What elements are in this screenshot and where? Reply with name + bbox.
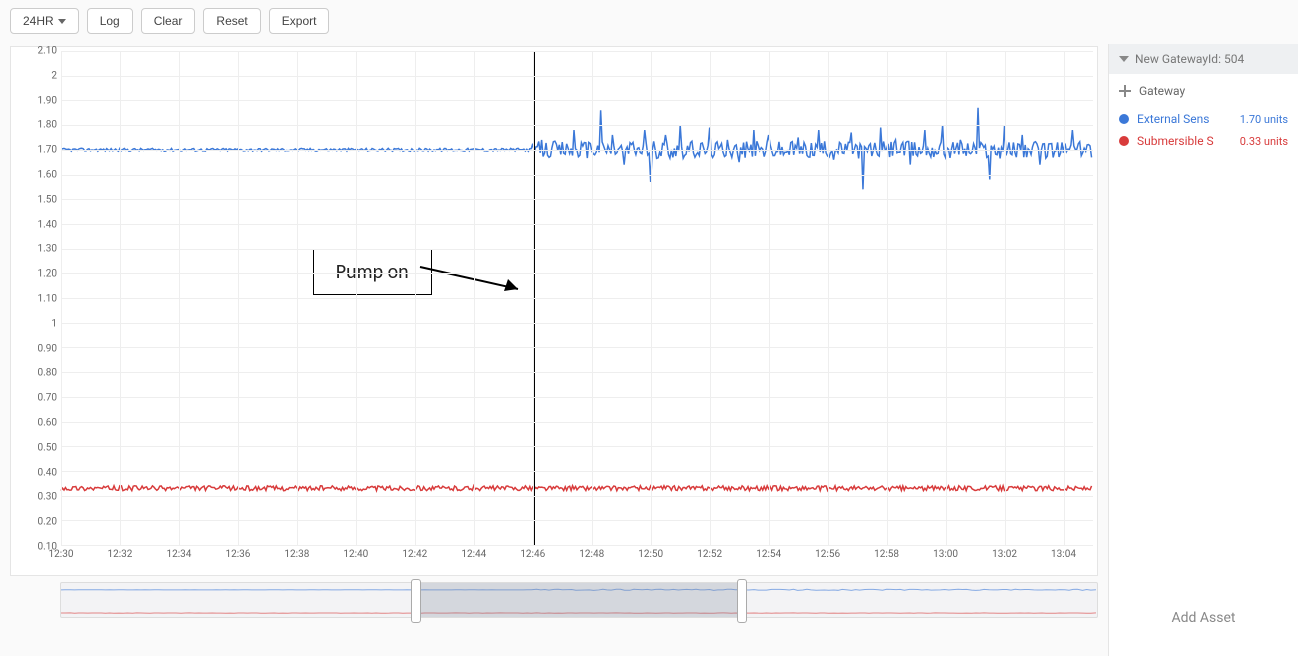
y-axis: 0.100.200.300.400.500.600.700.800.9011.1… <box>11 47 61 545</box>
legend-value: 0.33 units <box>1240 135 1288 148</box>
legend: External Sens 1.70 units Submersible S 0.33… <box>1109 108 1298 160</box>
clear-button[interactable]: Clear <box>141 8 196 34</box>
x-tick: 12:30 <box>49 549 74 560</box>
gateway-header[interactable]: New GatewayId: 504 <box>1109 44 1298 74</box>
x-tick: 13:00 <box>933 549 958 560</box>
y-tick: 0.30 <box>38 492 58 503</box>
x-tick: 12:56 <box>815 549 840 560</box>
y-tick: 1 <box>51 318 57 329</box>
x-tick: 12:34 <box>166 549 191 560</box>
x-tick: 13:02 <box>992 549 1017 560</box>
y-tick: 0.60 <box>38 418 58 429</box>
range-selection[interactable] <box>416 583 742 617</box>
x-tick: 12:38 <box>284 549 309 560</box>
x-tick: 12:54 <box>756 549 781 560</box>
range-handle-right[interactable] <box>737 579 747 623</box>
arrow-icon <box>418 261 538 301</box>
log-button[interactable]: Log <box>87 8 133 34</box>
range-dropdown[interactable]: 24HR <box>10 8 79 34</box>
legend-row[interactable]: External Sens 1.70 units <box>1119 108 1288 130</box>
y-tick: 1.50 <box>38 194 58 205</box>
add-gateway[interactable]: Gateway <box>1109 74 1298 108</box>
x-tick: 12:32 <box>108 549 133 560</box>
x-axis: 12:3012:3212:3412:3612:3812:4012:4212:44… <box>61 545 1093 575</box>
y-tick: 0.40 <box>38 467 58 478</box>
series-external-sensor <box>61 108 1092 190</box>
legend-label: External Sens <box>1137 112 1232 126</box>
side-panel: New GatewayId: 504 Gateway External Sens… <box>1108 44 1298 656</box>
legend-value: 1.70 units <box>1240 113 1288 126</box>
y-tick: 0.90 <box>38 343 58 354</box>
caret-down-icon <box>58 19 66 24</box>
legend-label: Submersible S <box>1137 134 1232 148</box>
chart-pane: 0.100.200.300.400.500.600.700.800.9011.1… <box>0 44 1108 656</box>
x-tick: 12:44 <box>461 549 486 560</box>
y-tick: 1.90 <box>38 95 58 106</box>
x-tick: 12:58 <box>874 549 899 560</box>
export-button[interactable]: Export <box>269 8 330 34</box>
y-tick: 1.80 <box>38 120 58 131</box>
pump-on-annotation: Pump on <box>313 249 432 295</box>
chart-grid: Pump on <box>61 51 1093 545</box>
x-tick: 12:42 <box>402 549 427 560</box>
y-tick: 0.20 <box>38 517 58 528</box>
y-tick: 0.80 <box>38 368 58 379</box>
range-handle-left[interactable] <box>411 579 421 623</box>
y-tick: 1.20 <box>38 269 58 280</box>
legend-swatch <box>1119 136 1129 146</box>
y-tick: 1.70 <box>38 145 58 156</box>
y-tick: 1.10 <box>38 294 58 305</box>
gateway-header-label: New GatewayId: 504 <box>1135 52 1244 66</box>
legend-swatch <box>1119 114 1129 124</box>
plus-icon <box>1119 85 1131 97</box>
y-tick: 1.60 <box>38 170 58 181</box>
x-tick: 12:40 <box>343 549 368 560</box>
y-tick: 1.40 <box>38 219 58 230</box>
y-tick: 2.10 <box>38 46 58 57</box>
x-tick: 12:36 <box>225 549 250 560</box>
range-overview[interactable] <box>60 582 1098 618</box>
x-tick: 12:46 <box>520 549 545 560</box>
range-label: 24HR <box>23 14 54 28</box>
x-tick: 12:48 <box>579 549 604 560</box>
add-asset[interactable]: Add Asset <box>1109 590 1298 656</box>
y-tick: 1.30 <box>38 244 58 255</box>
y-tick: 2 <box>51 70 57 81</box>
toolbar: 24HR Log Clear Reset Export <box>0 0 1298 44</box>
y-tick: 0.70 <box>38 393 58 404</box>
add-gateway-label: Gateway <box>1139 84 1185 98</box>
x-tick: 12:50 <box>638 549 663 560</box>
triangle-down-icon <box>1119 56 1129 62</box>
x-tick: 13:04 <box>1051 549 1076 560</box>
y-tick: 0.50 <box>38 442 58 453</box>
series-submersible-sensor <box>61 486 1092 491</box>
chart-plot[interactable]: 0.100.200.300.400.500.600.700.800.9011.1… <box>10 46 1098 576</box>
x-tick: 12:52 <box>697 549 722 560</box>
legend-row[interactable]: Submersible S 0.33 units <box>1119 130 1288 152</box>
reset-button[interactable]: Reset <box>203 8 260 34</box>
